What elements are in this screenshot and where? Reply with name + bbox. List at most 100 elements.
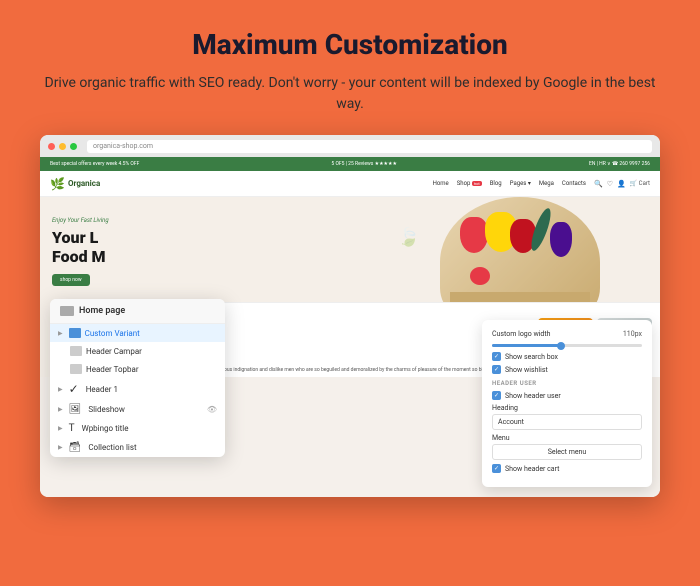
page-headline: Maximum Customization bbox=[192, 28, 508, 61]
header-user-section-title: HEADER USER bbox=[492, 380, 642, 387]
sidebar-item-header-topbar[interactable]: Header Topbar bbox=[50, 360, 225, 378]
site-navbar: 🌿 Organica Home Shop hot Blog Pages ▾ Me… bbox=[40, 171, 660, 197]
wishlist-checkbox[interactable]: ✓ bbox=[492, 365, 501, 374]
eye-icon[interactable]: 👁 bbox=[207, 405, 217, 414]
header-campar-icon bbox=[70, 346, 82, 356]
page-container: Maximum Customization Drive organic traf… bbox=[0, 0, 700, 586]
sidebar-label-custom-variant: Custom Variant bbox=[85, 329, 140, 338]
site-nav-links: Home Shop hot Blog Pages ▾ Mega Contacts bbox=[433, 180, 586, 187]
page-subheadline: Drive organic traffic with SEO ready. Do… bbox=[40, 73, 660, 115]
chevron-icon-h1: ▶ bbox=[58, 386, 63, 393]
check-icon2: ✓ bbox=[494, 366, 499, 373]
veg-pepper-red bbox=[460, 217, 488, 253]
sidebar-panel-header: Home page bbox=[50, 299, 225, 324]
header-user-checkbox[interactable]: ✓ bbox=[492, 391, 501, 400]
wishlist-row[interactable]: ✓ Show wishlist bbox=[492, 365, 642, 374]
browser-close-dot[interactable] bbox=[48, 143, 55, 150]
nav-pages[interactable]: Pages ▾ bbox=[510, 180, 531, 187]
heading-input[interactable]: Account bbox=[492, 414, 642, 430]
search-box-checkbox[interactable]: ✓ bbox=[492, 352, 501, 361]
slider-thumb[interactable] bbox=[557, 342, 565, 350]
sidebar-item-collection[interactable]: ▶ 🗃 Collection list bbox=[50, 438, 225, 457]
chevron-icon: ▶ bbox=[58, 330, 63, 337]
sidebar-item-header-campar[interactable]: Header Campar bbox=[50, 342, 225, 360]
topbar-offer-text: Best special offers every week 4.5% OFF bbox=[50, 161, 139, 167]
menu-label: Menu bbox=[492, 434, 642, 442]
select-menu-btn[interactable]: Select menu bbox=[492, 444, 642, 460]
cart-label: Show header cart bbox=[505, 465, 559, 473]
heading-label: Heading bbox=[492, 404, 642, 412]
heart-nav-icon[interactable]: ♡ bbox=[607, 180, 613, 188]
hero-title: Your L Food M bbox=[52, 228, 109, 266]
nav-shop[interactable]: Shop hot bbox=[457, 180, 482, 187]
sidebar-label-slideshow: Slideshow bbox=[88, 405, 125, 414]
header-user-row[interactable]: ✓ Show header user bbox=[492, 391, 642, 400]
veg-tomato bbox=[470, 267, 490, 285]
sidebar-title: Home page bbox=[79, 306, 125, 316]
slider-fill bbox=[492, 344, 560, 347]
browser-content: ⊞ 🔧 ▦ Best special offers every week 4.5… bbox=[40, 157, 660, 497]
search-box-label: Show search box bbox=[505, 353, 558, 361]
user-nav-icon[interactable]: 👤 bbox=[617, 180, 626, 188]
check-icon3: ✓ bbox=[494, 392, 499, 399]
customization-panel: Custom logo width 110px ✓ Show search bo… bbox=[482, 320, 652, 487]
slideshow-icon: 🖼 bbox=[69, 404, 82, 415]
nav-mega[interactable]: Mega bbox=[539, 180, 554, 187]
sidebar-item-header1[interactable]: ▶ ✓ Header 1 bbox=[50, 378, 225, 400]
site-topbar: Best special offers every week 4.5% OFF … bbox=[40, 157, 660, 171]
search-nav-icon[interactable]: 🔍 bbox=[594, 180, 603, 188]
logo-width-label: Custom logo width bbox=[492, 330, 551, 338]
nav-home[interactable]: Home bbox=[433, 180, 449, 187]
sidebar-item-custom-variant[interactable]: ▶ Custom Variant bbox=[50, 324, 225, 342]
nav-contacts[interactable]: Contacts bbox=[562, 180, 586, 187]
browser-url: organica-shop.com bbox=[93, 142, 153, 150]
hero-text: Enjoy Your Fast Living Your L Food M sho… bbox=[52, 217, 109, 286]
hero-shop-btn[interactable]: shop now bbox=[52, 274, 90, 286]
search-box-row[interactable]: ✓ Show search box bbox=[492, 352, 642, 361]
logo-width-slider[interactable] bbox=[492, 344, 642, 347]
browser-address-bar[interactable]: organica-shop.com bbox=[87, 140, 652, 153]
sidebar-label-header-topbar: Header Topbar bbox=[86, 365, 139, 374]
wpbingo-icon: T bbox=[69, 423, 75, 434]
sidebar-label-wpbingo: Wpbingo title bbox=[82, 424, 129, 433]
site-nav-icons: 🔍 ♡ 👤 🛒 Cart bbox=[594, 180, 650, 188]
chevron-icon-wp: ▶ bbox=[58, 425, 63, 432]
wishlist-label: Show wishlist bbox=[505, 366, 548, 374]
browser-minimize-dot[interactable] bbox=[59, 143, 66, 150]
browser-maximize-dot[interactable] bbox=[70, 143, 77, 150]
logo-width-value: 110px bbox=[623, 330, 642, 338]
sidebar-panel: Home page ▶ Custom Variant Header Campar bbox=[50, 299, 225, 457]
sidebar-item-slideshow[interactable]: ▶ 🖼 Slideshow 👁 bbox=[50, 400, 225, 419]
chevron-icon-cl: ▶ bbox=[58, 444, 63, 451]
sidebar-item-wpbingo[interactable]: ▶ T Wpbingo title bbox=[50, 419, 225, 438]
veg-eggplant bbox=[550, 222, 572, 257]
collection-icon: 🗃 bbox=[69, 442, 82, 453]
topbar-right: EN | HR ∨ ☎ 260 9997 256 bbox=[589, 161, 650, 167]
website-preview: ⊞ 🔧 ▦ Best special offers every week 4.5… bbox=[40, 157, 660, 497]
custom-variant-icon bbox=[69, 328, 81, 338]
sidebar-label-header1: Header 1 bbox=[86, 385, 118, 394]
hero-title-line2: Food M bbox=[52, 247, 109, 266]
logo-leaf-icon: 🌿 bbox=[50, 177, 65, 191]
topbar-reviews: 5 OF5 | 25 Reviews ★★★★★ bbox=[331, 161, 397, 167]
cart-checkbox[interactable]: ✓ bbox=[492, 464, 501, 473]
sidebar-label-header-campar: Header Campar bbox=[86, 347, 142, 356]
browser-mockup: organica-shop.com ⊞ 🔧 ▦ Best special off… bbox=[40, 135, 660, 497]
check-icon4: ✓ bbox=[494, 465, 499, 472]
site-logo: 🌿 Organica bbox=[50, 177, 100, 191]
browser-chrome: organica-shop.com bbox=[40, 135, 660, 157]
logo-width-row: Custom logo width 110px bbox=[492, 330, 642, 338]
nav-blog[interactable]: Blog bbox=[490, 180, 502, 187]
header-user-label: Show header user bbox=[505, 392, 561, 400]
logo-text: Organica bbox=[68, 179, 100, 188]
cart-nav-icon[interactable]: 🛒 Cart bbox=[630, 180, 650, 187]
cart-row[interactable]: ✓ Show header cart bbox=[492, 464, 642, 473]
header-topbar-icon bbox=[70, 364, 82, 374]
star-rating: ★★★★★ bbox=[375, 161, 397, 167]
sidebar-label-collection: Collection list bbox=[88, 443, 136, 452]
chevron-icon-ss: ▶ bbox=[58, 406, 63, 413]
hero-title-line1: Your L bbox=[52, 228, 109, 247]
header1-icon: ✓ bbox=[69, 382, 79, 396]
hero-tag: Enjoy Your Fast Living bbox=[52, 217, 109, 224]
leaf-decoration: 🍃 bbox=[398, 227, 420, 248]
